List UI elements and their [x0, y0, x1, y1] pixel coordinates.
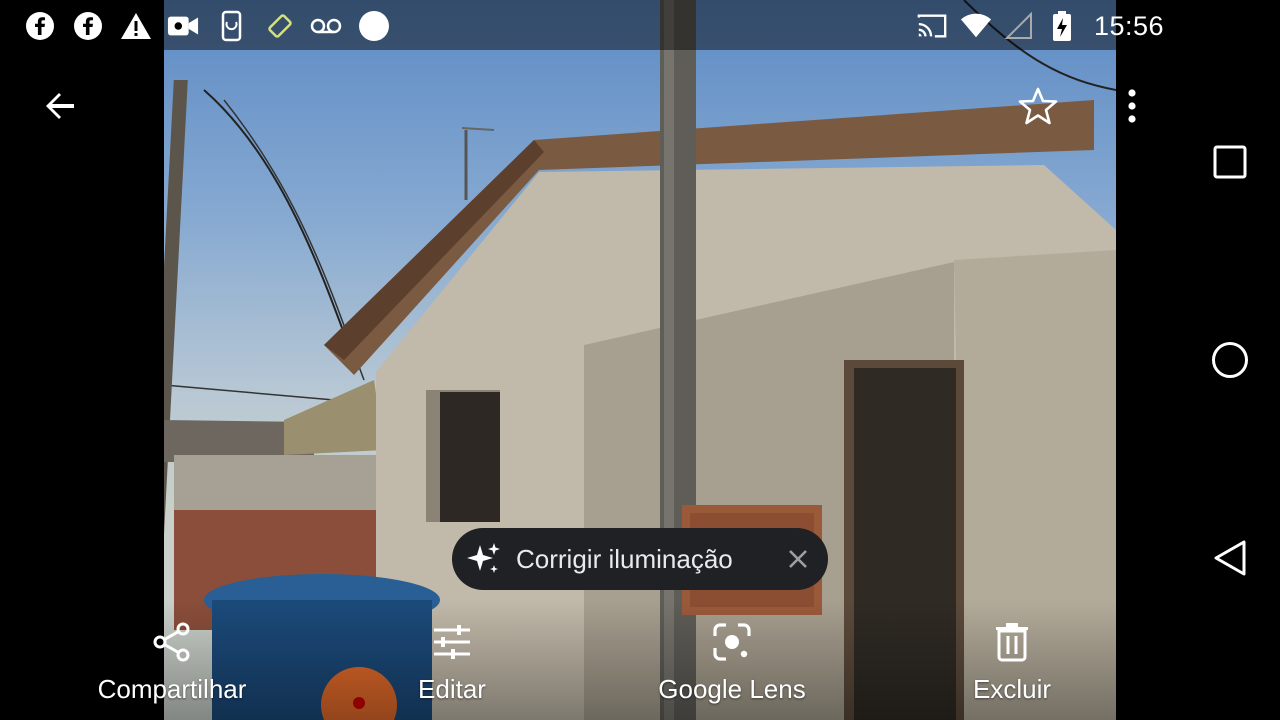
delete-label: Excluir — [972, 674, 1051, 704]
status-bar: 15:56 — [0, 0, 1280, 52]
chip-label: Corrigir iluminação — [516, 543, 733, 574]
signal-icon — [1002, 10, 1034, 42]
google-lens-icon — [708, 618, 756, 666]
video-camera-icon — [167, 10, 199, 42]
cast-icon — [916, 10, 948, 42]
voicemail-icon — [310, 10, 342, 42]
screen-rotation-icon — [264, 10, 296, 42]
edit-label: Editar — [418, 674, 486, 704]
bottom-action-bar: Compartilhar Editar Google Lens Excluir — [0, 600, 1180, 720]
trash-icon — [988, 618, 1036, 666]
wifi-icon — [960, 10, 992, 42]
facebook-icon — [24, 10, 56, 42]
battery-charging-icon — [1046, 10, 1078, 42]
more-options-button[interactable] — [1108, 82, 1156, 130]
circle-notification-icon — [358, 10, 390, 42]
navigation-bar — [1180, 0, 1280, 720]
google-lens-label: Google Lens — [658, 674, 806, 704]
sparkle-icon — [467, 543, 500, 573]
share-label: Compartilhar — [97, 674, 247, 704]
arrow-back-icon — [46, 93, 74, 119]
home-button[interactable] — [1202, 332, 1258, 388]
back-button[interactable] — [36, 82, 84, 130]
status-time: 15:56 — [1094, 11, 1165, 41]
square-icon — [1213, 145, 1247, 179]
phone-rotate-icon — [216, 10, 248, 42]
delete-button[interactable]: Excluir — [966, 618, 1058, 705]
favorite-button[interactable] — [1014, 82, 1062, 130]
triangle-back-icon — [1214, 540, 1246, 576]
more-vert-icon — [1128, 89, 1136, 123]
share-icon — [148, 618, 196, 666]
close-icon — [789, 550, 807, 568]
facebook-icon — [72, 10, 104, 42]
edit-button[interactable]: Editar — [402, 618, 502, 705]
recents-button[interactable] — [1202, 134, 1258, 190]
google-lens-button[interactable]: Google Lens — [650, 618, 814, 705]
share-button[interactable]: Compartilhar — [86, 618, 258, 705]
warning-icon — [120, 10, 152, 42]
system-back-button[interactable] — [1202, 530, 1258, 586]
tune-icon — [428, 618, 476, 666]
fix-lighting-suggestion-chip[interactable]: Corrigir iluminação — [452, 528, 828, 590]
chip-close-button[interactable] — [782, 543, 814, 575]
circle-icon — [1212, 342, 1248, 378]
star-outline-icon — [1018, 87, 1058, 125]
